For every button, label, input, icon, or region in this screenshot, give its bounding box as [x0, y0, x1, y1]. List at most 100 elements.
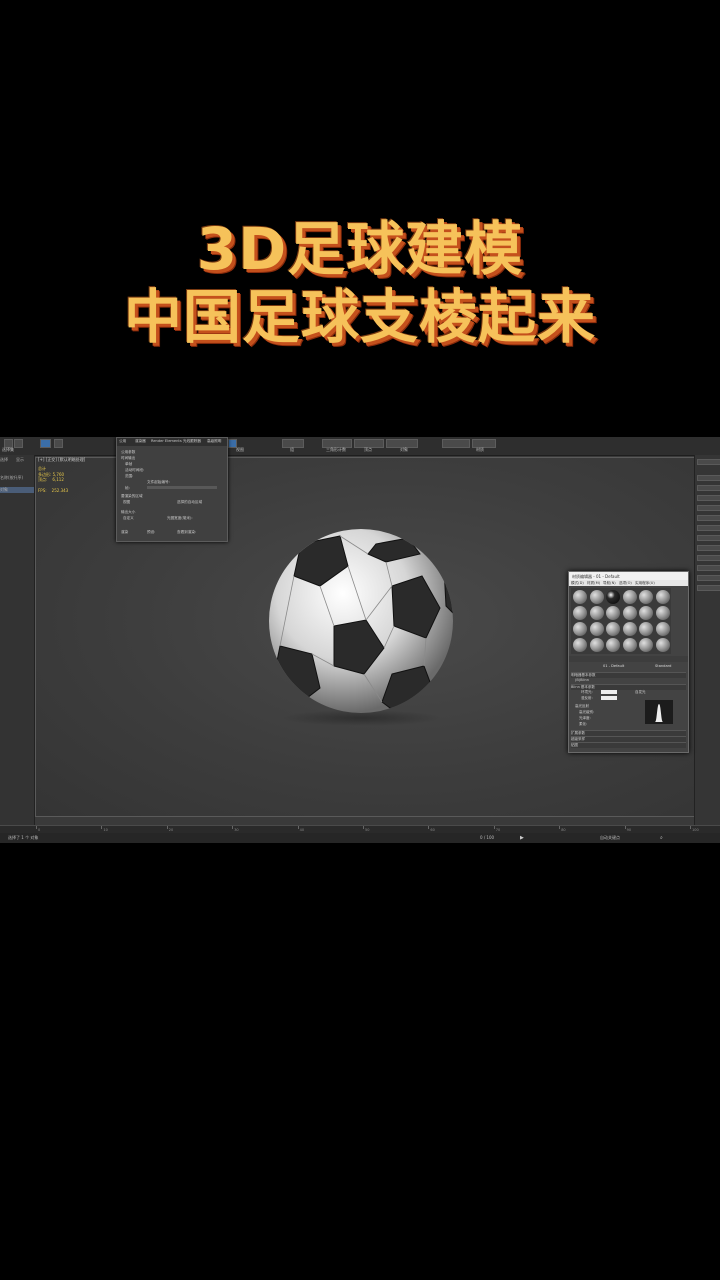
glossiness-label: 光泽度: [579, 716, 591, 720]
play-icon[interactable]: ▶ [520, 835, 524, 841]
material-sample-sphere[interactable] [589, 622, 604, 636]
panel-button[interactable] [697, 475, 720, 481]
material-sample-sphere[interactable] [639, 606, 653, 620]
panel-button[interactable] [697, 495, 720, 501]
row-label: 光圈宽度(毫米): [167, 516, 193, 520]
list-item[interactable]: 对象 [0, 487, 34, 493]
material-name-field[interactable]: 01 - Default [603, 664, 624, 668]
toolbar-label: 顶点 [364, 447, 372, 452]
diffuse-color-swatch[interactable] [601, 696, 617, 700]
panel-button[interactable] [697, 459, 720, 465]
material-editor-title: 材质编辑器 - 01 - Default [572, 573, 620, 579]
menu-material[interactable]: 材质(M) [587, 581, 600, 586]
material-sample-sphere[interactable] [606, 622, 620, 636]
area-select[interactable]: 视图 [123, 500, 130, 505]
timeline-tick [690, 826, 691, 829]
timeline-tick-label: 40 [299, 828, 305, 832]
material-sample-sphere[interactable] [622, 622, 637, 636]
timeline-tick [493, 826, 495, 829]
tab-raytracer[interactable]: 光线跟踪器 [183, 439, 201, 444]
material-sample-sphere[interactable] [606, 606, 620, 620]
shader-select[interactable]: (B)Blinn [575, 678, 589, 682]
section-maps[interactable]: 贴图 [571, 742, 686, 748]
material-toolbar [569, 656, 688, 662]
tab-renderer[interactable]: 渲染器 [135, 439, 146, 444]
timeline-tick-label: 0 [38, 828, 41, 832]
material-sample-sphere[interactable] [589, 638, 604, 652]
material-sample-sphere[interactable] [655, 638, 670, 652]
frame-counter: 0 / 100 [480, 835, 495, 840]
tab-common[interactable]: 公用 [119, 439, 126, 444]
row-label[interactable]: 查看到渲染: [177, 530, 196, 535]
panel-button[interactable] [697, 555, 720, 561]
auto-key-button[interactable]: 自动关键点 [600, 835, 620, 841]
frames-input[interactable] [147, 486, 217, 489]
material-sample-sphere[interactable] [639, 590, 653, 604]
rotate-icon[interactable] [40, 439, 51, 448]
toolbar-label: 选择集 [2, 447, 14, 452]
row-label[interactable]: 范围: [125, 474, 133, 479]
panel-button[interactable] [697, 535, 720, 541]
menu-utilities[interactable]: 实用程序(U) [635, 581, 655, 586]
material-sample-sphere[interactable] [655, 622, 670, 636]
timeline-tick-label: 10 [103, 828, 108, 832]
material-sample-sphere[interactable] [573, 590, 587, 604]
material-sample-sphere[interactable] [573, 622, 587, 636]
material-sample-sphere[interactable] [639, 622, 653, 636]
tab-advanced-lighting[interactable]: 高级照明 [207, 439, 221, 444]
render-setup-dialog: 公用 渲染器 Render Elements 光线跟踪器 高级照明 公用参数 时… [116, 437, 228, 542]
panel-button[interactable] [697, 485, 720, 491]
material-sample-sphere[interactable] [589, 606, 604, 620]
material-sample-sphere[interactable] [622, 638, 637, 652]
row-label[interactable]: 预设: [147, 530, 155, 535]
timeline-tick [232, 826, 234, 829]
menu-options[interactable]: 选项(O) [619, 581, 632, 586]
material-sample-sphere[interactable] [655, 606, 670, 620]
material-sample-sphere[interactable] [622, 590, 637, 604]
scene-explorer: 选择 显示 名称(按升序) 对象 [0, 455, 35, 825]
auto-region-checkbox[interactable]: 选择的自动区域 [177, 500, 202, 505]
menu-navigation[interactable]: 导航(N) [603, 581, 616, 586]
ambient-color-swatch[interactable] [601, 690, 617, 694]
row-label[interactable]: 活动时间段: [125, 468, 144, 473]
timeline-tick [297, 826, 299, 829]
tab-render-elements[interactable]: Render Elements [151, 439, 182, 443]
material-sample-sphere[interactable] [606, 590, 620, 604]
soften-label: 柔化: [579, 722, 588, 726]
material-sample-sphere[interactable] [573, 638, 587, 652]
material-sample-sphere[interactable] [655, 590, 670, 604]
panel-button[interactable] [697, 545, 720, 551]
highlight-curve-graph [645, 700, 673, 724]
toolbar-button[interactable] [442, 439, 470, 448]
list-item[interactable]: 名称(按升序) [0, 475, 34, 481]
output-size-select[interactable]: 自定义 [123, 516, 134, 521]
zoom-icon[interactable]: ⌕ [660, 835, 663, 841]
scale-icon[interactable] [54, 439, 63, 448]
material-sample-sphere[interactable] [639, 638, 653, 652]
selection-status: 选择了 1 个 对象 [8, 835, 39, 840]
row-label[interactable]: 单帧 [125, 462, 132, 467]
timeline-tick [36, 826, 37, 829]
panel-button[interactable] [697, 575, 720, 581]
timeline-ticks: 0 10 20 30 40 50 60 70 80 90 100 [0, 825, 720, 833]
row-label[interactable]: 渲染 [121, 530, 128, 535]
material-sample-slots [571, 588, 671, 654]
self-illumination-label: 自发光 [635, 690, 646, 694]
row-label[interactable]: 帧: [125, 486, 130, 491]
panel-button[interactable] [697, 505, 720, 511]
row-label: 要渲染的区域 [121, 494, 143, 498]
specular-highlights-label: 高光反射 [575, 704, 589, 708]
panel-button[interactable] [697, 585, 720, 591]
timeline-tick [363, 826, 364, 829]
material-sample-sphere[interactable] [622, 606, 637, 620]
move-icon[interactable] [14, 439, 23, 448]
material-sample-sphere[interactable] [589, 590, 604, 604]
panel-button[interactable] [697, 525, 720, 531]
panel-button[interactable] [697, 515, 720, 521]
material-sample-sphere[interactable] [573, 606, 587, 620]
material-type-button[interactable]: Standard [655, 664, 671, 668]
timeline-tick [101, 826, 103, 829]
material-sample-sphere[interactable] [606, 638, 620, 652]
panel-button[interactable] [697, 565, 720, 571]
menu-mode[interactable]: 模式(D) [571, 581, 584, 586]
